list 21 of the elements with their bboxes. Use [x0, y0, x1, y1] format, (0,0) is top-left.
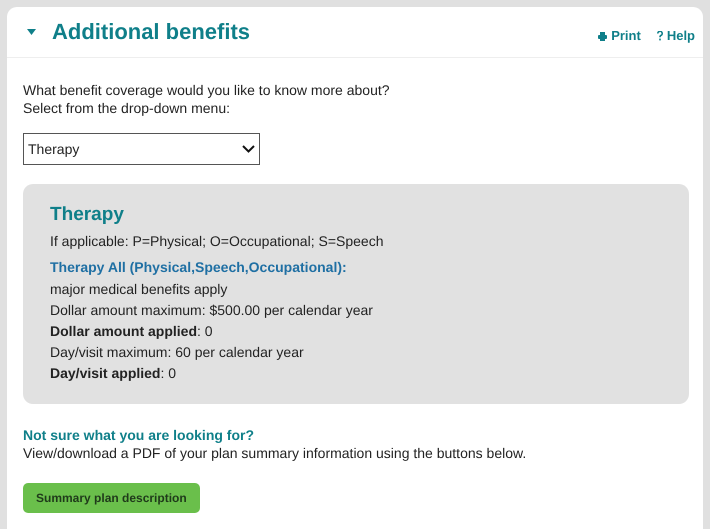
section-title: Additional benefits	[52, 18, 250, 46]
chevron-down-icon	[242, 145, 255, 153]
prompt-text: What benefit coverage would you like to know more about?	[23, 81, 391, 99]
help-title: Not sure what you are looking for?	[23, 426, 256, 444]
benefit-subtitle: Therapy All (Physical,Speech,Occupational):	[50, 258, 348, 276]
benefit-detail: Day/visit maximum: 60 per calendar year	[50, 343, 305, 362]
benefit-title: Therapy	[50, 206, 125, 224]
help-text: View/download a PDF of your plan summary information using the buttons below.	[23, 444, 528, 462]
help-link[interactable]: Help	[656, 26, 695, 46]
prompt-text: Select from the drop-down menu:	[23, 99, 231, 117]
summary-plan-button[interactable]: Summary plan description	[23, 483, 200, 513]
printer-icon	[598, 32, 608, 40]
benefit-detail: Dollar amount maximum: $500.00 per calendar year	[50, 301, 374, 320]
benefit-detail: Dollar amount applied: 0	[50, 322, 214, 341]
benefit-detail: Day/visit applied: 0	[50, 364, 178, 383]
question-icon	[656, 31, 663, 41]
benefit-select[interactable]: Therapy	[23, 133, 260, 165]
print-link[interactable]: Print	[598, 26, 641, 46]
caret-icon[interactable]	[27, 28, 36, 35]
benefit-note: If applicable: P=Physical; O=Occupational; S=Speech	[50, 232, 384, 250]
benefit-detail: major medical benefits apply	[50, 280, 228, 299]
